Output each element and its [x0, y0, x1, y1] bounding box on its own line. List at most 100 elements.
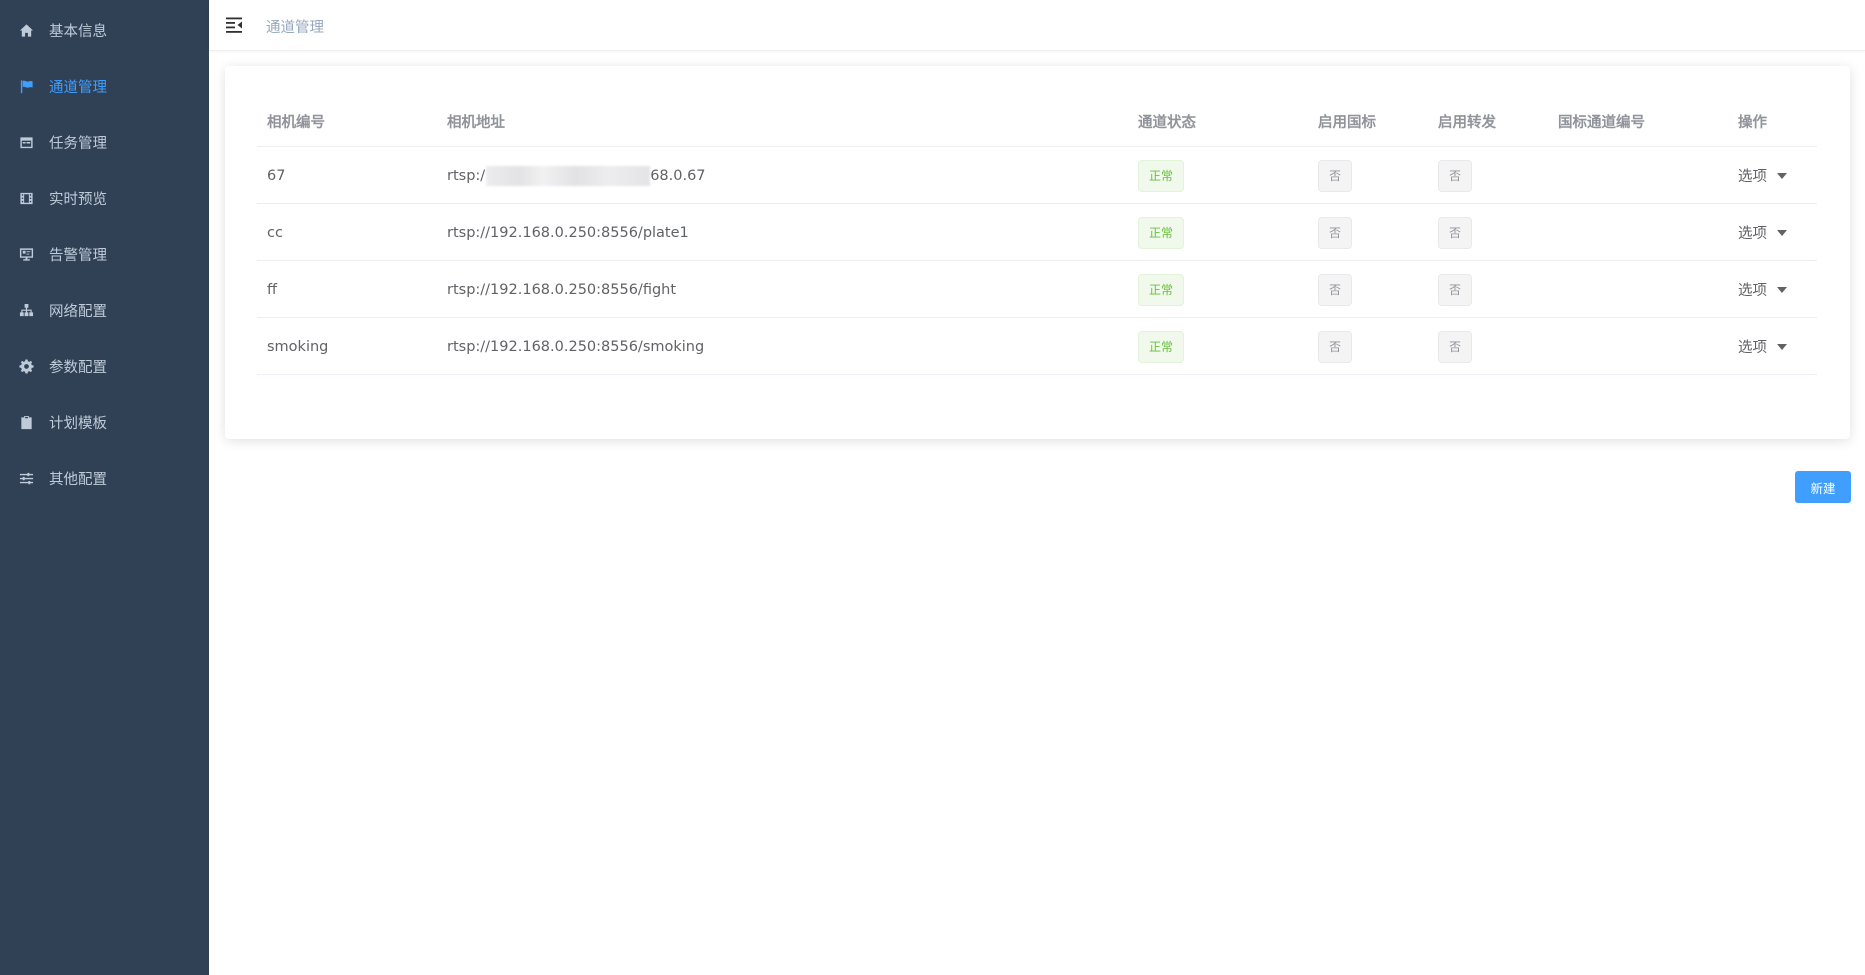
cell-camera-id: 67: [267, 167, 286, 184]
sidebar: 基本信息 通道管理 任务管理 实时预览 告警管理 网络配置 参数配置 计划模板 …: [0, 0, 209, 975]
sliders-icon: [18, 470, 34, 486]
sidebar-item-label: 网络配置: [49, 303, 107, 320]
redacted-blur: [486, 165, 651, 186]
gb-enabled-badge: 否: [1318, 330, 1352, 363]
header-gb-enabled: 启用国标: [1318, 115, 1376, 131]
cell-gb-enabled: 否: [1318, 204, 1352, 261]
navbar: 通道管理: [209, 0, 1865, 51]
status-badge: 正常: [1138, 330, 1185, 363]
cell-status: 正常: [1138, 147, 1185, 204]
hamburger-menu-icon[interactable]: [226, 16, 244, 34]
url-prefix: rtsp:/: [447, 167, 486, 184]
sitemap-icon: [18, 302, 34, 318]
caret-down-icon: [1777, 343, 1787, 350]
caret-down-icon: [1777, 286, 1787, 293]
breadcrumb: 通道管理: [266, 20, 324, 36]
sidebar-item-task-management[interactable]: 任务管理: [0, 114, 209, 170]
sidebar-item-param-config[interactable]: 参数配置: [0, 338, 209, 394]
cell-forward-enabled: 否: [1438, 147, 1472, 204]
sidebar-item-label: 其他配置: [49, 471, 107, 488]
caret-down-icon: [1777, 229, 1787, 236]
sidebar-item-label: 实时预览: [49, 191, 107, 208]
sidebar-item-label: 告警管理: [49, 247, 107, 264]
film-icon: [18, 190, 34, 206]
table-row: ff rtsp://192.168.0.250:8556/fight 正常 否 …: [257, 261, 1817, 318]
options-dropdown[interactable]: 选项: [1738, 222, 1787, 243]
url-prefix: rtsp://192.168.0.250:8556/smoking: [447, 338, 705, 355]
channel-table: 相机编号 相机地址 通道状态 启用国标 启用转发 国标通道编号 操作 67 rt…: [257, 100, 1817, 375]
sidebar-item-basic-info[interactable]: 基本信息: [0, 2, 209, 58]
flag-icon: [18, 78, 34, 94]
options-label: 选项: [1738, 283, 1767, 299]
cell-status: 正常: [1138, 204, 1185, 261]
cell-camera-id: smoking: [267, 338, 329, 355]
caret-down-icon: [1777, 172, 1787, 179]
cell-camera-id: ff: [267, 281, 277, 298]
gb-enabled-badge: 否: [1318, 216, 1352, 249]
gear-icon: [18, 358, 34, 374]
cell-forward-enabled: 否: [1438, 318, 1472, 375]
cell-status: 正常: [1138, 318, 1185, 375]
header-ops: 操作: [1738, 115, 1767, 131]
sidebar-item-label: 通道管理: [49, 79, 107, 96]
url-prefix: rtsp://192.168.0.250:8556/plate1: [447, 224, 689, 241]
sidebar-item-plan-template[interactable]: 计划模板: [0, 394, 209, 450]
clipboard-check-icon: [18, 414, 34, 430]
forward-enabled-badge: 否: [1438, 216, 1472, 249]
cell-camera-url: rtsp://192.168.0.250:8556/plate1: [447, 204, 689, 261]
cell-ops: 选项: [1738, 318, 1787, 375]
sidebar-item-network-config[interactable]: 网络配置: [0, 282, 209, 338]
forward-enabled-badge: 否: [1438, 159, 1472, 192]
header-camera-url: 相机地址: [447, 115, 505, 131]
table-row: cc rtsp://192.168.0.250:8556/plate1 正常 否…: [257, 204, 1817, 261]
header-gb-channel-id: 国标通道编号: [1558, 115, 1645, 131]
cell-status: 正常: [1138, 261, 1185, 318]
options-label: 选项: [1738, 340, 1767, 356]
sidebar-item-channel-management[interactable]: 通道管理: [0, 58, 209, 114]
calendar-icon: [18, 134, 34, 150]
table-row: 67 rtsp:/ 68.0.67 正常 否 否 选项: [257, 147, 1817, 204]
sidebar-item-alarm-management[interactable]: 告警管理: [0, 226, 209, 282]
sidebar-item-label: 计划模板: [49, 415, 107, 432]
gb-enabled-badge: 否: [1318, 159, 1352, 192]
header-camera-id: 相机编号: [267, 115, 325, 131]
cell-camera-id: cc: [267, 224, 283, 241]
cell-gb-enabled: 否: [1318, 318, 1352, 375]
cell-ops: 选项: [1738, 204, 1787, 261]
options-dropdown[interactable]: 选项: [1738, 279, 1787, 300]
cell-ops: 选项: [1738, 261, 1787, 318]
monitor-alert-icon: [18, 246, 34, 262]
cell-gb-enabled: 否: [1318, 261, 1352, 318]
channel-table-card: 相机编号 相机地址 通道状态 启用国标 启用转发 国标通道编号 操作 67 rt…: [225, 66, 1850, 439]
cell-gb-enabled: 否: [1318, 147, 1352, 204]
sidebar-item-live-preview[interactable]: 实时预览: [0, 170, 209, 226]
cell-camera-url: rtsp://192.168.0.250:8556/smoking: [447, 318, 704, 375]
cell-camera-url: rtsp://192.168.0.250:8556/fight: [447, 261, 676, 318]
home-icon: [18, 22, 34, 38]
options-dropdown[interactable]: 选项: [1738, 336, 1787, 357]
gb-enabled-badge: 否: [1318, 273, 1352, 306]
sidebar-item-label: 基本信息: [49, 23, 107, 40]
cell-forward-enabled: 否: [1438, 261, 1472, 318]
header-forward-enabled: 启用转发: [1438, 115, 1496, 131]
options-dropdown[interactable]: 选项: [1738, 165, 1787, 186]
status-badge: 正常: [1138, 273, 1185, 306]
url-prefix: rtsp://192.168.0.250:8556/fight: [447, 281, 677, 298]
table-row: smoking rtsp://192.168.0.250:8556/smokin…: [257, 318, 1817, 375]
forward-enabled-badge: 否: [1438, 330, 1472, 363]
options-label: 选项: [1738, 226, 1767, 242]
url-suffix: 68.0.67: [650, 167, 706, 184]
forward-enabled-badge: 否: [1438, 273, 1472, 306]
options-label: 选项: [1738, 169, 1767, 185]
status-badge: 正常: [1138, 159, 1185, 192]
header-status: 通道状态: [1138, 115, 1196, 131]
cell-ops: 选项: [1738, 147, 1787, 204]
cell-camera-url: rtsp:/ 68.0.67: [447, 147, 706, 204]
sidebar-item-label: 任务管理: [49, 135, 107, 152]
new-channel-button[interactable]: 新建: [1795, 471, 1851, 503]
status-badge: 正常: [1138, 216, 1185, 249]
sidebar-item-other-config[interactable]: 其他配置: [0, 450, 209, 506]
table-header: 相机编号 相机地址 通道状态 启用国标 启用转发 国标通道编号 操作: [257, 100, 1817, 147]
sidebar-item-label: 参数配置: [49, 359, 107, 376]
cell-forward-enabled: 否: [1438, 204, 1472, 261]
